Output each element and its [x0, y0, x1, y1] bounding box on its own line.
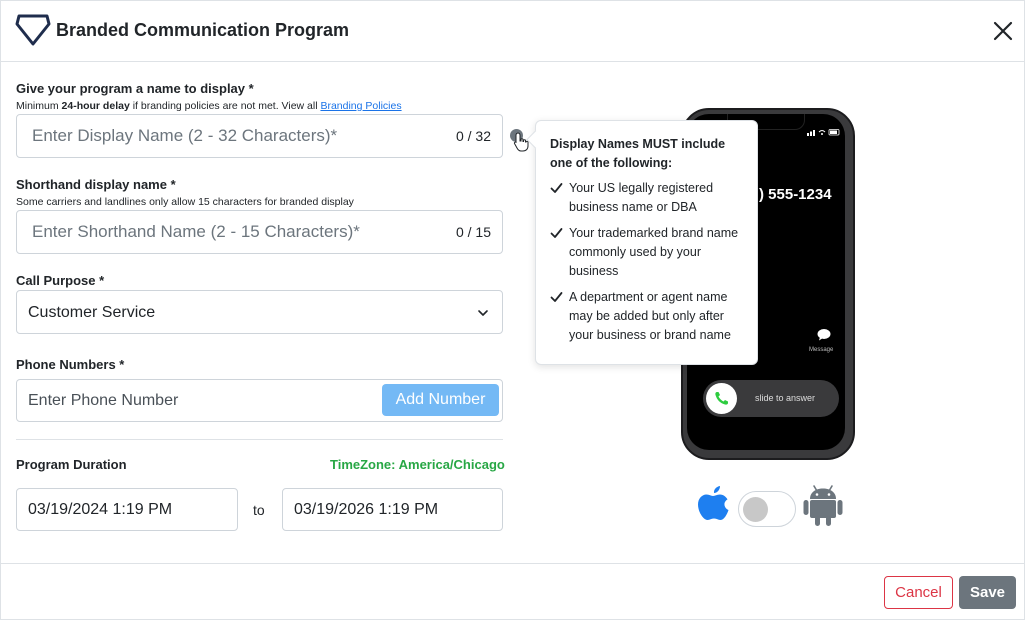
- hint-bold: 24-hour delay: [61, 100, 130, 112]
- timezone-label: TimeZone: America/Chicago: [330, 457, 505, 472]
- tooltip-item-text: A department or agent name may be added …: [569, 290, 731, 342]
- shorthand-name-label: Shorthand display name *: [16, 177, 176, 192]
- shorthand-name-hint: Some carriers and landlines only allow 1…: [16, 196, 354, 208]
- start-date-field: [16, 488, 238, 531]
- phone-number-field: Add Number: [16, 379, 503, 422]
- display-name-field: 0 / 32: [16, 114, 503, 158]
- check-icon: [550, 228, 563, 238]
- date-separator: to: [253, 502, 265, 518]
- slide-to-answer-text: slide to answer: [755, 393, 816, 403]
- display-name-input[interactable]: [17, 115, 437, 157]
- chevron-down-icon: [478, 310, 488, 316]
- call-purpose-value: Customer Service: [28, 304, 156, 321]
- tooltip-item: Your trademarked brand name commonly use…: [550, 224, 745, 281]
- shorthand-name-field: 0 / 15: [16, 210, 503, 254]
- phone-number-input[interactable]: [17, 380, 377, 421]
- diamond-logo-icon: [15, 14, 51, 46]
- hand-cursor-icon: [513, 132, 529, 152]
- end-date-field: [282, 488, 503, 531]
- answer-knob: [706, 383, 737, 414]
- message-label: Message: [809, 347, 834, 353]
- call-purpose-label: Call Purpose *: [16, 273, 105, 288]
- modal-footer: Cancel Save: [1, 563, 1025, 620]
- display-name-tooltip: Display Names MUST include one of the fo…: [535, 120, 758, 365]
- phone-numbers-label: Phone Numbers *: [16, 357, 125, 372]
- hint-middle: if branding policies are not met. View a…: [129, 100, 321, 112]
- tooltip-title: Display Names MUST include one of the fo…: [550, 137, 726, 170]
- call-purpose-select[interactable]: Customer Service: [16, 290, 503, 334]
- android-icon[interactable]: [802, 483, 844, 527]
- os-toggle-switch[interactable]: [738, 491, 796, 527]
- display-name-counter: 0 / 32: [455, 128, 491, 144]
- shorthand-name-counter: 0 / 15: [455, 224, 491, 240]
- branded-program-modal: Branded Communication Program Give your …: [0, 0, 1025, 620]
- program-duration-label: Program Duration: [16, 457, 127, 472]
- slide-to-answer: slide to answer: [703, 380, 839, 417]
- cancel-button[interactable]: Cancel: [884, 576, 953, 609]
- save-button[interactable]: Save: [959, 576, 1016, 609]
- tooltip-item: A department or agent name may be added …: [550, 288, 745, 345]
- modal-title: Branded Communication Program: [56, 20, 350, 40]
- tooltip-item-text: Your US legally registered business name…: [569, 181, 714, 214]
- end-date-input[interactable]: [283, 489, 502, 530]
- phone-call-icon: [715, 392, 728, 405]
- message-icon: [817, 329, 831, 341]
- tooltip-item: Your US legally registered business name…: [550, 179, 745, 217]
- display-name-hint: Minimum 24-hour delay if branding polici…: [16, 100, 402, 112]
- display-name-label: Give your program a name to display *: [16, 81, 254, 96]
- section-divider: [16, 439, 503, 440]
- toggle-knob: [743, 497, 768, 522]
- add-number-button[interactable]: Add Number: [382, 384, 499, 416]
- caller-number: ) 555-1234: [759, 186, 832, 203]
- branding-policies-link[interactable]: Branding Policies: [320, 100, 401, 112]
- check-icon: [550, 292, 563, 302]
- close-icon[interactable]: [991, 19, 1015, 43]
- apple-icon[interactable]: [694, 483, 732, 527]
- hint-prefix: Minimum: [16, 100, 62, 112]
- tooltip-item-text: Your trademarked brand name commonly use…: [569, 226, 739, 278]
- start-date-input[interactable]: [17, 489, 237, 530]
- check-icon: [550, 183, 563, 193]
- shorthand-name-input[interactable]: [17, 211, 437, 253]
- modal-header: Branded Communication Program: [1, 1, 1025, 62]
- status-bar-icons: [807, 129, 840, 136]
